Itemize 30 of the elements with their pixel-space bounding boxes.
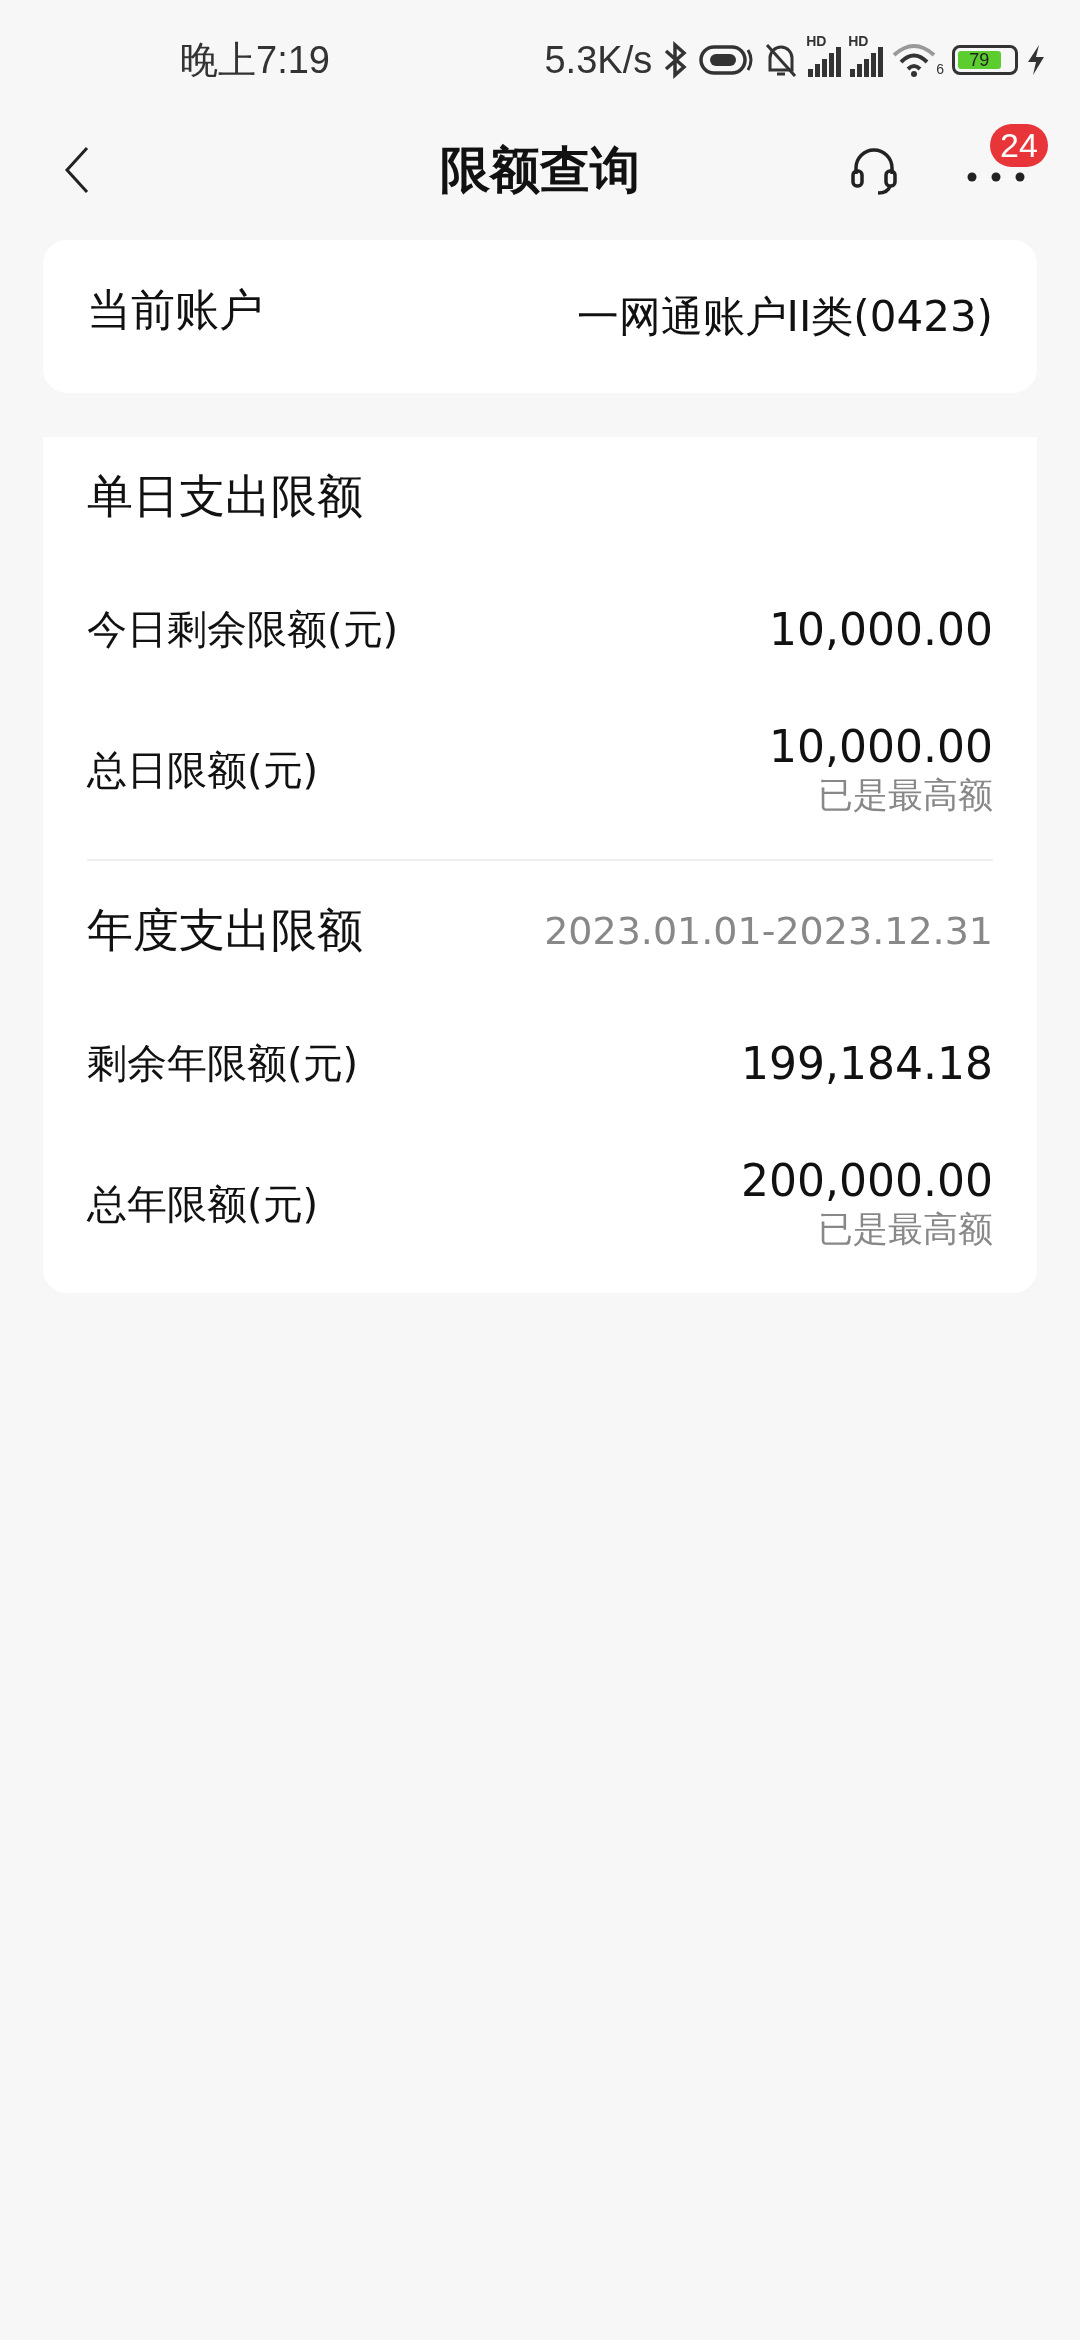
limit-amount: 10,000.00 (769, 603, 993, 655)
wifi-icon (892, 43, 937, 77)
account-value: 一网通账户II类(0423) (576, 290, 993, 343)
limit-label: 总年限额(元) (87, 1179, 319, 1229)
account-label: 当前账户 (87, 283, 263, 337)
signal-label: HD (848, 33, 869, 49)
back-icon[interactable] (64, 146, 90, 194)
limit-note: 已是最高额 (818, 1208, 993, 1251)
limit-label: 今日剩余限额(元) (87, 604, 399, 654)
signal-icon (850, 47, 885, 77)
notification-badge: 24 (990, 124, 1048, 167)
section-title: 单日支出限额 (87, 468, 363, 525)
more-icon[interactable] (966, 171, 1026, 183)
wifi-label: 6 (936, 61, 944, 77)
limit-note: 已是最高额 (818, 774, 993, 817)
section-title: 年度支出限额 (87, 902, 363, 959)
limit-amount: 10,000.00 (769, 721, 993, 772)
limit-amount: 200,000.00 (741, 1155, 993, 1206)
vibrate-icon (698, 42, 755, 78)
battery-icon: 79 (952, 45, 1018, 75)
limit-label: 剩余年限额(元) (87, 1038, 359, 1088)
network-speed: 5.3K/s (544, 38, 653, 82)
page-title: 限额查询 (440, 139, 640, 201)
limit-label: 总日限额(元) (87, 745, 319, 795)
charging-icon (1026, 44, 1046, 76)
limit-amount: 199,184.18 (741, 1037, 993, 1089)
signal-label: HD (806, 33, 827, 49)
status-time: 晚上7:19 (180, 37, 330, 83)
period-text: 2023.01.01-2023.12.31 (544, 909, 993, 953)
signal-icon (808, 47, 843, 77)
